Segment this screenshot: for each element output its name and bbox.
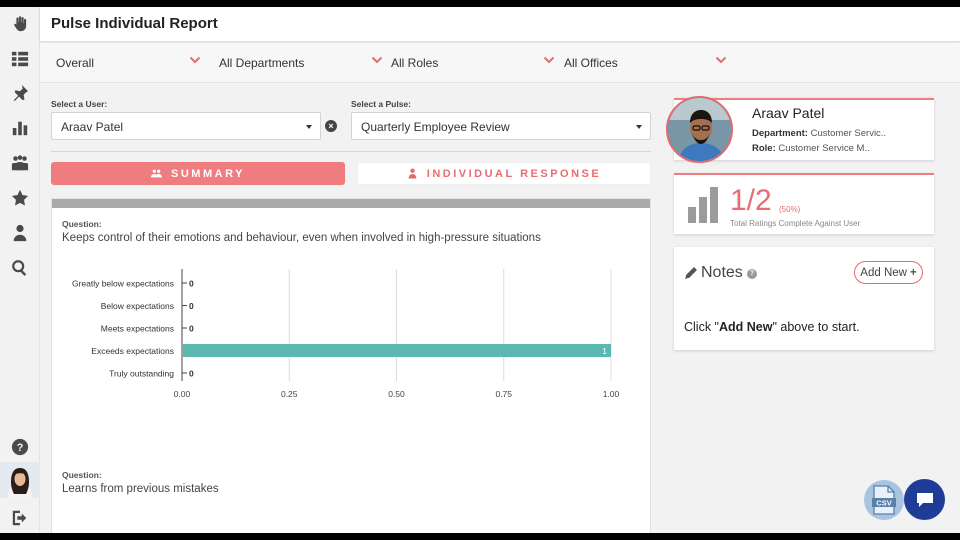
role-label: Role: — [752, 143, 776, 154]
pencil-icon — [685, 267, 697, 279]
profile-photo — [666, 96, 733, 163]
tab-individual-label: INDIVIDUAL RESPONSE — [426, 167, 602, 180]
panel-header-bar — [52, 199, 650, 208]
x-tick-label: 0.75 — [495, 389, 512, 399]
pulse-select-value: Quarterly Employee Review — [361, 120, 510, 134]
filter-label: All Departments — [219, 56, 305, 70]
profile-role: Role: Customer Service M.. — [752, 143, 870, 154]
bar-chart-icon[interactable] — [9, 117, 31, 139]
tab-summary[interactable]: SUMMARY — [51, 162, 345, 185]
user-select-value: Araav Patel — [61, 120, 124, 134]
chevron-down-icon — [371, 54, 383, 66]
chat-button[interactable] — [904, 479, 945, 520]
app-screen: ? Pulse Individual Report Overall All De… — [0, 7, 960, 533]
question-label: Question: — [62, 219, 102, 229]
caret-down-icon — [306, 125, 312, 129]
filter-overall[interactable]: Overall — [56, 43, 201, 83]
question-text: Keeps control of their emotions and beha… — [62, 232, 541, 244]
y-tick-label: Meets expectations — [101, 324, 174, 334]
ratings-caption: Total Ratings Complete Against User — [730, 219, 861, 228]
chevron-down-icon — [189, 54, 201, 66]
user-icon — [408, 168, 417, 179]
chevron-down-icon — [715, 54, 727, 66]
csv-export-button[interactable]: CSV — [864, 480, 904, 520]
response-bar-chart: 0.00 0.25 0.50 0.75 1.00 Greatly below expect… — [72, 269, 620, 399]
x-tick-label: 0.00 — [174, 389, 191, 399]
hand-icon[interactable] — [9, 13, 31, 35]
tab-summary-label: SUMMARY — [171, 167, 245, 180]
filter-departments[interactable]: All Departments — [219, 43, 385, 83]
svg-text:?: ? — [17, 442, 24, 454]
filter-offices[interactable]: All Offices — [564, 43, 730, 83]
pin-icon[interactable] — [9, 82, 31, 104]
user-avatar[interactable] — [0, 462, 40, 498]
data-label: 0 — [189, 324, 194, 334]
data-label: 0 — [189, 301, 194, 311]
question-text: Learns from previous mistakes — [62, 483, 219, 495]
dashboard-icon[interactable] — [9, 48, 31, 70]
hint-prefix: Click " — [684, 320, 719, 334]
close-icon: × — [328, 120, 334, 131]
ratings-count: 1/2 — [730, 184, 772, 217]
department-label: Department: — [752, 128, 808, 139]
bar-chart-icon — [688, 187, 718, 223]
user-award-icon[interactable] — [9, 222, 31, 244]
user-select[interactable]: Araav Patel — [51, 112, 321, 140]
y-tick-label: Exceeds expectations — [91, 346, 174, 356]
filter-label: Overall — [56, 56, 95, 70]
pulse-select[interactable]: Quarterly Employee Review — [351, 112, 651, 140]
users-icon — [151, 169, 163, 178]
top-header: Pulse Individual Report — [40, 7, 960, 42]
csv-file-icon: CSV — [872, 485, 896, 515]
filter-roles[interactable]: All Roles — [391, 43, 557, 83]
help-icon[interactable]: ? — [747, 269, 757, 279]
user-select-label: Select a User: — [51, 99, 108, 109]
ratings-card: 1/2 (50%) Total Ratings Complete Against… — [674, 173, 934, 234]
question-label: Question: — [62, 470, 102, 480]
y-tick-label: Greatly below expectations — [72, 279, 174, 289]
bar — [183, 344, 611, 357]
y-tick-label: Below expectations — [101, 301, 174, 311]
data-label: 0 — [189, 279, 194, 289]
chevron-down-icon — [543, 54, 555, 66]
data-label: 1 — [602, 346, 607, 356]
csv-label: CSV — [876, 499, 891, 508]
search-icon[interactable] — [9, 257, 31, 279]
filter-bar: Overall All Departments All Roles All Of… — [40, 43, 960, 83]
notes-card: Notes ? Add New + Click "Add New" above … — [674, 247, 934, 350]
hint-suffix: " above to start. — [772, 320, 860, 334]
page-title: Pulse Individual Report — [51, 15, 218, 32]
pulse-select-label: Select a Pulse: — [351, 99, 412, 109]
sidebar: ? — [0, 7, 40, 533]
role-value: Customer Service M.. — [778, 143, 870, 154]
tab-individual-response[interactable]: INDIVIDUAL RESPONSE — [357, 162, 651, 185]
x-tick-label: 0.25 — [281, 389, 298, 399]
team-icon[interactable] — [9, 152, 31, 174]
y-tick-label: Truly outstanding — [109, 369, 174, 379]
clear-user-button[interactable]: × — [325, 120, 337, 132]
star-icon[interactable] — [9, 187, 31, 209]
notes-title: Notes — [701, 264, 743, 281]
profile-department: Department: Customer Servic.. — [752, 128, 886, 139]
notes-empty-hint: Click "Add New" above to start. — [684, 320, 860, 334]
add-new-note-button[interactable]: Add New + — [854, 261, 923, 284]
filter-label: All Roles — [391, 56, 439, 70]
add-new-label: Add New — [860, 266, 907, 279]
x-tick-label: 1.00 — [603, 389, 620, 399]
profile-name: Araav Patel — [752, 105, 825, 121]
help-icon[interactable]: ? — [9, 436, 31, 458]
plus-icon: + — [909, 266, 917, 279]
divider — [51, 151, 651, 152]
caret-down-icon — [636, 125, 642, 129]
ratings-percent: (50%) — [779, 205, 801, 214]
data-label: 0 — [189, 369, 194, 379]
chat-icon — [916, 492, 933, 507]
hint-bold: Add New — [719, 320, 773, 334]
filter-label: All Offices — [564, 56, 618, 70]
logout-icon[interactable] — [9, 507, 31, 529]
summary-panel: Question: Keeps control of their emotion… — [51, 198, 651, 533]
x-tick-label: 0.50 — [388, 389, 405, 399]
department-value: Customer Servic.. — [810, 128, 887, 139]
